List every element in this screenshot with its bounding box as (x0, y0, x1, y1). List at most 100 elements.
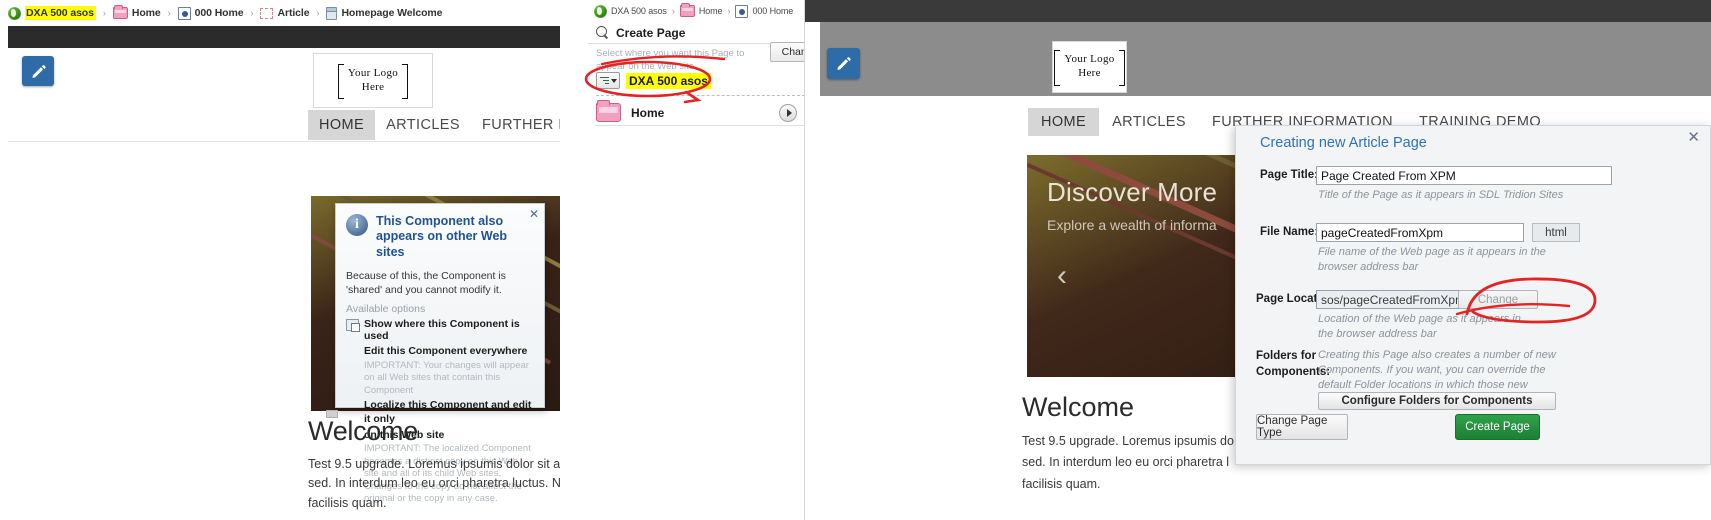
breadcrumb-separator: › (671, 6, 675, 16)
close-icon[interactable]: ✕ (529, 207, 539, 221)
pencil-icon (31, 64, 46, 78)
popup-body-text: Because of this, the Component is 'share… (346, 269, 506, 296)
page-icon (735, 4, 749, 18)
page-title-hint: Title of the Page as it appears in SDL T… (1318, 189, 1564, 201)
popup-option-edit-everywhere[interactable]: Edit this Component everywhere (336, 343, 544, 359)
file-name-hint: File name of the Web page as it appears … (1318, 246, 1546, 273)
create-page-title: Create Page (616, 25, 686, 40)
breadcrumb-separator: › (102, 8, 106, 18)
breadcrumb-separator: › (316, 8, 320, 18)
component-icon (326, 6, 338, 20)
nav-item-further-information[interactable]: FURTHER INFOR (471, 110, 560, 140)
configure-folders-button[interactable]: Configure Folders for Components (1318, 392, 1556, 410)
breadcrumb-item-000-home[interactable]: 000 Home (735, 4, 794, 18)
breadcrumb-separator: › (167, 8, 171, 18)
breadcrumb-label: DXA 500 asos (611, 6, 667, 16)
show-usage-icon (346, 319, 360, 333)
page-location-input[interactable]: sos/pageCreatedFromXpm.html (1316, 290, 1491, 309)
close-icon[interactable]: ✕ (1687, 130, 1700, 145)
folder-icon (596, 100, 621, 122)
hero-title: Discover More (1047, 177, 1218, 207)
breadcrumb-item-home[interactable]: Home (112, 5, 161, 19)
hero-prev-arrow[interactable]: ‹ (1045, 255, 1079, 297)
welcome-paragraph: Test 9.5 upgrade. Loremus ipsumis dolor … (308, 457, 560, 510)
breadcrumb-item-article[interactable]: Article (260, 7, 310, 19)
page-title-input[interactable]: Page Created From XPM (1316, 166, 1612, 185)
creating-new-article-page-dialog: ✕ Creating new Article Page Page Title: … (1235, 125, 1711, 465)
popup-option-label: Show where this Component is used (364, 318, 520, 343)
welcome-paragraph-line-3: facilisis quam. (1022, 476, 1101, 491)
popup-title-line-1: This Component also (376, 214, 504, 228)
tree-item-label: Home (631, 105, 665, 120)
file-name-input[interactable]: pageCreatedFromXpm (1316, 223, 1524, 242)
chevron-right-icon[interactable] (779, 104, 797, 122)
popup-title-line-2: appears on other Web sites (376, 229, 508, 259)
divider (596, 95, 804, 96)
folder-icon (112, 5, 128, 19)
breadcrumb-label: 000 Home (194, 7, 244, 19)
logo-line-2: Here (361, 80, 385, 93)
info-icon: i (346, 214, 368, 236)
site-logo: Your Logo Here (313, 53, 433, 108)
tree-item-home[interactable]: Home (596, 100, 804, 126)
breadcrumb-label: DXA 500 asos (25, 6, 96, 20)
breadcrumb-item-publication[interactable]: DXA 500 asos (594, 4, 667, 18)
file-extension-display: html (1532, 223, 1580, 242)
folder-icon (679, 3, 695, 17)
breadcrumb-label: Article (277, 7, 310, 19)
site-logo: Your Logo Here (1052, 41, 1127, 93)
breadcrumb-item-homepage-welcome[interactable]: Homepage Welcome (326, 6, 443, 20)
edit-page-button[interactable] (22, 56, 54, 86)
create-page-button[interactable]: Create Page (1455, 414, 1540, 440)
nav-item-home[interactable]: HOME (308, 109, 376, 140)
breadcrumb-separator: › (250, 8, 254, 18)
nav-item-articles[interactable]: ARTICLES (375, 110, 471, 140)
breadcrumb-label: Homepage Welcome (341, 7, 443, 19)
create-page-header: Create Page (588, 22, 804, 44)
breadcrumb-separator: › (727, 6, 731, 16)
site-navigation: HOME ARTICLES FURTHER INFOR (8, 108, 560, 142)
change-page-type-button[interactable]: Change Page Type (1256, 414, 1348, 440)
search-icon (596, 26, 609, 39)
popup-option-show-usage[interactable]: Show where this Component is used (336, 317, 544, 343)
globe-icon (594, 4, 607, 18)
logo-line-1: Your Logo (347, 66, 399, 79)
publication-selector[interactable]: DXA 500 asos (596, 72, 711, 89)
popup-option-edit-note: IMPORTANT: Your changes will appear on a… (364, 359, 529, 396)
publication-label: DXA 500 asos (626, 72, 711, 89)
edit-page-button[interactable] (827, 48, 860, 79)
breadcrumb: DXA 500 asos › Home › 000 Home › Article… (0, 0, 560, 26)
shared-component-popup: ✕ i This Component also appears on other… (335, 203, 545, 504)
tree-dropdown-icon[interactable] (596, 72, 620, 89)
breadcrumb-label: Home (131, 7, 161, 19)
middle-breadcrumb: DXA 500 asos › Home › 000 Home (588, 0, 804, 22)
page-top-dark-strip (8, 26, 560, 48)
pencil-icon (837, 57, 851, 70)
welcome-heading: Welcome (308, 416, 418, 446)
breadcrumb-item-home[interactable]: Home (679, 3, 723, 17)
page-location-hint: Location of the Web page as it appears i… (1318, 313, 1521, 340)
logo-line-1: Your Logo (1064, 53, 1115, 66)
schema-icon (260, 7, 274, 19)
breadcrumb-label: Home (698, 6, 723, 16)
change-location-button[interactable]: Change (770, 42, 804, 62)
dialog-title: Creating new Article Page (1260, 135, 1427, 151)
create-page-instruction: Select where you want this Page to appea… (596, 48, 745, 72)
create-page-panel: DXA 500 asos › Home › 000 Home Create Pa… (588, 0, 805, 520)
globe-icon (8, 6, 21, 20)
browser-top-bar (805, 0, 1711, 22)
breadcrumb-item-publication[interactable]: DXA 500 asos (8, 6, 96, 20)
nav-item-articles[interactable]: ARTICLES (1099, 108, 1199, 136)
nav-item-home[interactable]: HOME (1028, 108, 1100, 136)
breadcrumb-label: 000 Home (752, 6, 794, 16)
popup-options-label: Available options (346, 303, 426, 316)
page-location-change-button[interactable]: Change (1458, 290, 1538, 309)
page-icon (177, 6, 191, 20)
chevron-down-icon (610, 78, 617, 83)
logo-line-2: Here (1078, 67, 1101, 79)
left-page-canvas: Your Logo Here HOME ARTICLES FURTHER INF… (8, 48, 560, 520)
breadcrumb-item-000-home[interactable]: 000 Home (177, 6, 244, 20)
hero-subtitle: Explore a wealth of informa (1047, 217, 1217, 233)
welcome-section: Welcome Test 9.5 upgrade. Loremus ipsumi… (308, 416, 560, 520)
left-panel-screenshot: DXA 500 asos › Home › 000 Home › Article… (0, 0, 560, 520)
